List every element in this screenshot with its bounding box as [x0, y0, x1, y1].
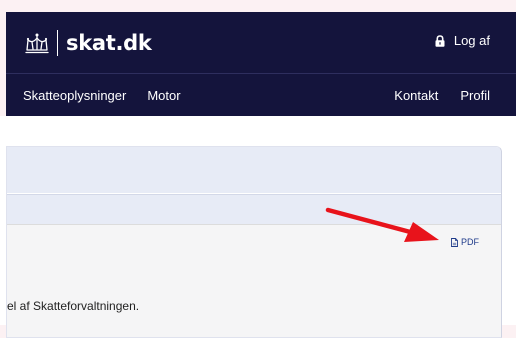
- nav-item-skatteoplysninger[interactable]: Skatteoplysninger: [23, 88, 126, 104]
- pdf-link[interactable]: PDF: [451, 237, 479, 247]
- logout-label: Log af: [453, 33, 490, 48]
- card-header: [7, 147, 501, 193]
- nav-item-kontakt[interactable]: Kontakt: [394, 88, 438, 104]
- red-arrow-annotation: [325, 207, 439, 242]
- site-header: skat.dk Log af Skatteoplysninger Motor K…: [6, 12, 516, 116]
- document-icon: [451, 237, 458, 247]
- nav-item-motor[interactable]: Motor: [147, 88, 180, 104]
- logo-text: skat.dk: [66, 31, 152, 55]
- pdf-label: PDF: [461, 237, 479, 247]
- logo-divider: [57, 30, 58, 56]
- nav-item-profil[interactable]: Profil: [460, 88, 490, 104]
- crown-icon: [25, 33, 49, 54]
- lock-icon: [435, 34, 445, 47]
- skat-logo[interactable]: skat.dk: [24, 28, 152, 58]
- logout-link[interactable]: Log af: [435, 33, 490, 48]
- primary-nav: Skatteoplysninger Motor: [23, 88, 181, 104]
- body-text: el af Skatteforvaltningen.: [7, 299, 140, 313]
- header-divider: [6, 73, 516, 74]
- secondary-nav: Kontakt Profil: [394, 88, 490, 104]
